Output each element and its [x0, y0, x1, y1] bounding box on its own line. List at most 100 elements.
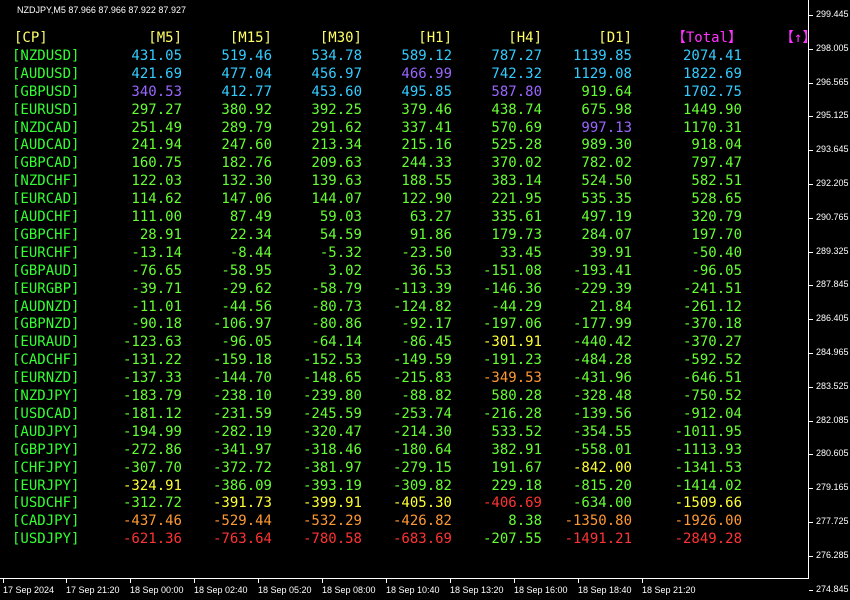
price-label: 280.605	[816, 448, 849, 459]
header-0: [CP]	[14, 30, 48, 46]
value-m30: -320.47	[302, 423, 362, 440]
price-tick	[809, 251, 813, 253]
value-m15: -58.95	[221, 262, 272, 279]
pair-label: [GBPUSD]	[12, 83, 80, 100]
value-h4: 191.67	[491, 459, 542, 476]
price-label: 299.445	[816, 9, 849, 19]
value-m30: -5.32	[319, 244, 362, 261]
price-tick	[809, 217, 813, 219]
time-label: 18 Sep 13:20	[450, 585, 504, 595]
value-h1: -683.69	[392, 531, 452, 548]
value-m30: 392.25	[311, 101, 362, 118]
value-m5: 340.53	[131, 83, 182, 100]
value-m30: -80.73	[311, 298, 362, 315]
value-d1: 39.91	[589, 244, 632, 261]
value-total: -241.51	[682, 280, 742, 297]
value-h1: 122.90	[401, 191, 452, 208]
time-tick	[642, 579, 643, 583]
time-label: 18 Sep 00:00	[130, 585, 184, 595]
value-m30: 456.97	[311, 65, 362, 82]
time-tick	[3, 579, 4, 583]
value-h1: -279.15	[392, 459, 452, 476]
value-d1: -328.48	[572, 388, 632, 404]
pair-label: [EURUSD]	[12, 101, 80, 118]
price-tick	[809, 82, 813, 84]
price-axis[interactable]: 299.445 298.005 296.565 295.125 293.645 292.2…	[809, 0, 850, 594]
price-label: 298.005	[816, 42, 849, 53]
value-d1: 524.50	[581, 173, 632, 190]
time-label: 17 Sep 21:20	[66, 585, 120, 595]
time-axis[interactable]: 17 Sep 2024 17 Sep 21:20 18 Sep 00:00 18 Se…	[0, 579, 809, 600]
value-h1: 589.12	[401, 47, 452, 64]
time-label: 18 Sep 02:40	[194, 585, 248, 595]
pair-label: [EURGBP]	[12, 280, 80, 297]
pair-label: [EURNZD]	[12, 370, 80, 387]
value-h1: -149.59	[392, 352, 452, 369]
value-m15: -96.05	[221, 334, 272, 351]
header-1: [M5]	[148, 30, 182, 46]
value-m30: -399.91	[302, 495, 362, 512]
time-tick	[514, 579, 515, 583]
value-total: 1702.75	[682, 83, 742, 100]
value-d1: -815.20	[572, 477, 632, 494]
value-d1: -842.00	[572, 459, 632, 476]
pair-label: [GBPNZD]	[12, 316, 80, 333]
value-m15: -29.62	[221, 280, 272, 297]
value-total: 1170.31	[682, 119, 742, 136]
value-m30: -318.46	[302, 441, 362, 458]
price-tick	[809, 522, 813, 523]
value-d1: -193.41	[572, 262, 632, 279]
value-total: 1822.69	[682, 65, 742, 82]
header-7: 【Total】	[671, 30, 742, 46]
pair-label: [CADCHF]	[12, 352, 80, 369]
value-h4: 438.74	[491, 101, 542, 118]
value-h4: -207.55	[482, 531, 542, 548]
value-total: -750.52	[682, 388, 742, 404]
time-tick	[450, 579, 451, 583]
pair-label: [EURAUD]	[12, 334, 80, 351]
value-m5: 28.91	[139, 226, 182, 243]
value-h4: 335.61	[491, 209, 542, 225]
value-m30: 144.07	[311, 191, 362, 208]
header-6: [D1]	[598, 30, 632, 46]
value-m5: 297.27	[131, 101, 182, 118]
pair-label: [GBPAUD]	[12, 262, 80, 279]
price-tick	[809, 150, 813, 152]
value-m30: -393.19	[302, 477, 362, 494]
value-m30: -58.79	[311, 280, 362, 297]
value-total: -646.51	[682, 370, 742, 387]
time-tick	[578, 579, 579, 583]
pair-label: [AUDCAD]	[12, 137, 80, 154]
value-h4: 33.45	[499, 244, 542, 261]
value-h1: -86.45	[401, 334, 452, 351]
value-h1: 379.46	[401, 101, 452, 118]
value-d1: 497.19	[581, 209, 632, 225]
value-h4: -301.91	[482, 334, 542, 351]
value-d1: 782.02	[581, 155, 632, 172]
value-m15: 380.92	[221, 101, 272, 118]
value-m30: -239.80	[302, 388, 362, 404]
value-m5: -181.12	[122, 405, 182, 422]
value-h1: -113.39	[392, 280, 452, 297]
value-m15: -341.97	[212, 441, 272, 458]
value-m5: 122.03	[131, 173, 182, 190]
value-h4: 382.91	[491, 441, 542, 458]
price-tick	[809, 48, 813, 50]
value-m5: -621.36	[122, 531, 182, 548]
value-m5: -76.65	[131, 262, 182, 279]
price-tick	[809, 386, 813, 388]
pair-label: [AUDNZD]	[12, 298, 80, 315]
value-h4: 742.32	[491, 65, 542, 82]
value-h4: -151.08	[482, 262, 542, 279]
value-m30: 59.03	[319, 209, 362, 225]
value-m15: -529.44	[212, 513, 272, 530]
value-total: 797.47	[691, 155, 742, 172]
value-d1: 21.84	[589, 298, 632, 315]
value-h1: -124.82	[392, 298, 452, 315]
value-m5: 114.62	[131, 191, 182, 208]
time-label: 18 Sep 21:20	[642, 585, 696, 595]
price-label: 282.085	[816, 414, 849, 425]
price-tick	[809, 420, 813, 422]
value-h4: 229.18	[491, 477, 542, 494]
value-total: 2074.41	[682, 47, 742, 64]
